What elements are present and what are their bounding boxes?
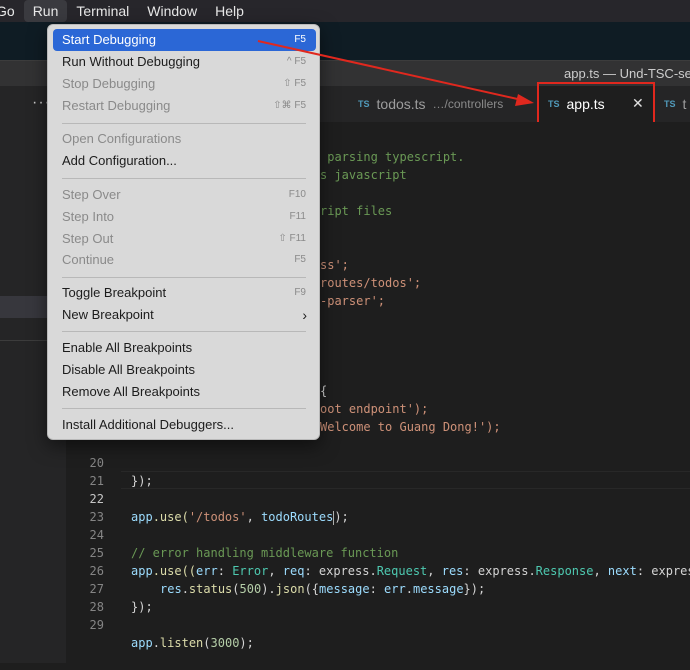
menu-item-label: New Breakpoint bbox=[62, 307, 154, 322]
code-line: app.use('/todos', todoRoutes); bbox=[131, 510, 349, 525]
code-fragment: Welcome to Guang Dong!'); bbox=[320, 420, 501, 434]
code-fragment: routes/todos'; bbox=[320, 276, 422, 290]
menu-item-add-configuration[interactable]: Add Configuration... bbox=[53, 150, 316, 172]
code-fragment: s javascript bbox=[320, 168, 407, 182]
menu-item-toggle-breakpoint[interactable]: Toggle Breakpoint F9 bbox=[53, 282, 316, 304]
run-menu-dropdown: Start Debugging F5 Run Without Debugging… bbox=[47, 24, 320, 440]
typescript-file-icon: TS bbox=[358, 99, 370, 109]
tab-label: todos.ts bbox=[376, 96, 426, 112]
menu-help[interactable]: Help bbox=[206, 0, 253, 22]
tab-overflow[interactable]: TS t bbox=[664, 86, 686, 122]
shortcut-label: ^ F5 bbox=[286, 56, 306, 67]
menu-item-label: Disable All Breakpoints bbox=[62, 362, 195, 377]
chevron-right-icon: › bbox=[302, 307, 307, 323]
code-fragment: parsing typescript. bbox=[320, 150, 465, 164]
menu-item-label: Open Configurations bbox=[62, 131, 182, 146]
menu-item-run-without-debugging[interactable]: Run Without Debugging ^ F5 bbox=[53, 51, 316, 73]
menu-go[interactable]: Go bbox=[0, 0, 24, 22]
shortcut-label: F10 bbox=[288, 189, 306, 200]
menu-item-label: Restart Debugging bbox=[62, 98, 171, 113]
code-line: app.use((err: Error, req: express.Reques… bbox=[131, 564, 690, 578]
shortcut-label: ⇧⌘ F5 bbox=[273, 100, 306, 111]
macos-menubar: Go Run Terminal Window Help bbox=[0, 0, 690, 22]
typescript-file-icon: TS bbox=[664, 99, 676, 109]
menu-item-install-additional-debuggers[interactable]: Install Additional Debuggers... bbox=[53, 414, 316, 436]
menu-item-continue[interactable]: Continue F5 bbox=[53, 249, 316, 271]
tab-label: t bbox=[682, 96, 687, 112]
shortcut-label: F5 bbox=[294, 34, 306, 45]
menu-item-label: Continue bbox=[62, 252, 115, 267]
shortcut-label: F11 bbox=[289, 211, 307, 222]
code-line: res.status(500).json({message: err.messa… bbox=[160, 582, 486, 596]
menu-separator bbox=[62, 408, 306, 409]
window-title: app.ts — Und-TSC-sec bbox=[564, 66, 690, 81]
menu-item-open-configurations[interactable]: Open Configurations bbox=[53, 128, 316, 150]
menu-item-remove-all-breakpoints[interactable]: Remove All Breakpoints bbox=[53, 381, 316, 403]
tab-todos[interactable]: TS todos.ts …/controllers bbox=[358, 86, 503, 122]
current-line-highlight bbox=[121, 471, 690, 489]
menu-item-disable-all-breakpoints[interactable]: Disable All Breakpoints bbox=[53, 359, 316, 381]
menu-item-label: Toggle Breakpoint bbox=[62, 285, 167, 300]
code-line: }); bbox=[131, 600, 153, 614]
menu-item-restart-debugging[interactable]: Restart Debugging ⇧⌘ F5 bbox=[53, 95, 316, 117]
menu-item-label: Start Debugging bbox=[62, 32, 156, 47]
shortcut-label: F5 bbox=[294, 254, 306, 265]
menu-item-label: Enable All Breakpoints bbox=[62, 340, 193, 355]
menu-item-stop-debugging[interactable]: Stop Debugging ⇧ F5 bbox=[53, 73, 316, 95]
menu-item-label: Step Into bbox=[62, 209, 115, 224]
menu-item-label: Add Configuration... bbox=[62, 153, 177, 168]
shortcut-label: F9 bbox=[294, 287, 306, 298]
menu-separator bbox=[62, 277, 306, 278]
code-fragment: -parser'; bbox=[320, 294, 386, 308]
menu-item-enable-all-breakpoints[interactable]: Enable All Breakpoints bbox=[53, 337, 316, 359]
menu-item-label: Step Out bbox=[62, 231, 114, 246]
menu-item-label: Remove All Breakpoints bbox=[62, 384, 201, 399]
code-fragment: oot endpoint'); bbox=[320, 402, 429, 416]
menu-separator bbox=[62, 123, 306, 124]
code-line: // error handling middleware function bbox=[131, 546, 399, 560]
menu-run[interactable]: Run bbox=[23, 0, 68, 22]
code-fragment: ript files bbox=[320, 204, 393, 218]
menu-separator bbox=[62, 331, 306, 332]
menu-item-label: Run Without Debugging bbox=[62, 54, 201, 69]
menu-item-start-debugging[interactable]: Start Debugging F5 bbox=[53, 29, 316, 51]
menu-terminal[interactable]: Terminal bbox=[67, 0, 138, 22]
shortcut-label: ⇧ F5 bbox=[283, 78, 306, 89]
menu-item-step-over[interactable]: Step Over F10 bbox=[53, 184, 316, 206]
menu-separator bbox=[62, 178, 306, 179]
menu-item-label: Step Over bbox=[62, 187, 121, 202]
code-fragment: { bbox=[320, 384, 328, 398]
menu-item-new-breakpoint[interactable]: New Breakpoint › bbox=[53, 304, 316, 326]
menu-item-label: Stop Debugging bbox=[62, 76, 156, 91]
menu-item-step-into[interactable]: Step Into F11 bbox=[53, 206, 316, 228]
code-fragment: ss'; bbox=[320, 258, 349, 272]
menu-item-label: Install Additional Debuggers... bbox=[62, 417, 234, 432]
menu-item-step-out[interactable]: Step Out ⇧ F11 bbox=[53, 228, 316, 250]
code-line: app.listen(3000); bbox=[131, 636, 254, 650]
shortcut-label: ⇧ F11 bbox=[278, 233, 306, 244]
menu-window[interactable]: Window bbox=[138, 0, 206, 22]
line-number: 29 bbox=[89, 618, 104, 632]
tab-path: …/controllers bbox=[432, 97, 504, 111]
annotation-highlight-box bbox=[537, 82, 655, 126]
